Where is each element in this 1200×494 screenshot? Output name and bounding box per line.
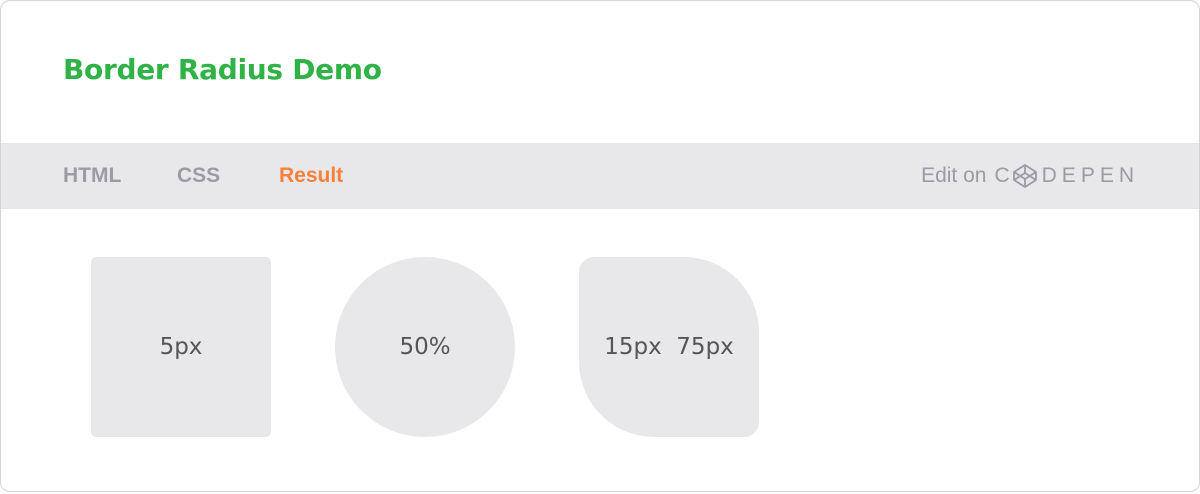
demo-circle-50-percent: 50%: [335, 257, 515, 437]
codepen-wordmark-rest: DEPEN: [1041, 164, 1139, 187]
codepen-wordmark-c: C: [994, 164, 1012, 187]
codepen-cube-icon: [1012, 164, 1037, 188]
edit-on-codepen-link[interactable]: Edit on C DEPEN: [921, 143, 1139, 209]
embed-frame: Border Radius Demo HTML CSS Result Edit …: [0, 0, 1200, 492]
tab-html[interactable]: HTML: [63, 143, 121, 209]
demo-leaf-15px-75px: 15px 75px: [579, 257, 759, 437]
tab-result[interactable]: Result: [279, 143, 343, 209]
tab-css[interactable]: CSS: [177, 143, 220, 209]
edit-on-label: Edit on: [921, 164, 987, 187]
codepen-wordmark: C DEPEN: [994, 163, 1139, 189]
page-title: Border Radius Demo: [63, 53, 382, 86]
tab-bar: HTML CSS Result Edit on C DEPEN: [1, 143, 1199, 209]
demo-box-5px: 5px: [91, 257, 271, 437]
